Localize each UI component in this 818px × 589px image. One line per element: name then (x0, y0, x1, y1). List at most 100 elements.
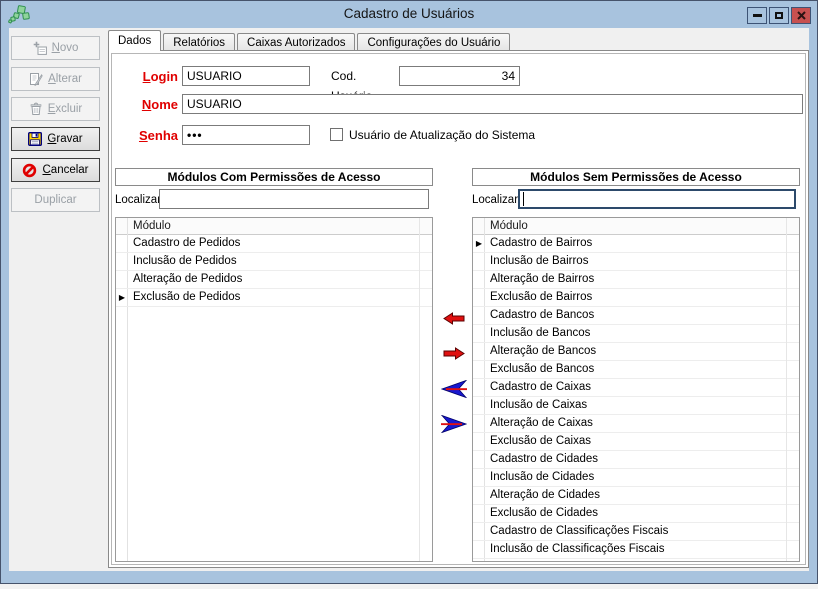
module-row[interactable]: Alteração de Cidades (473, 487, 799, 505)
duplicar-button[interactable]: Duplicar (11, 188, 100, 212)
module-row[interactable]: ▶ Cadastro de Bairros (473, 235, 799, 253)
module-row[interactable]: Inclusão de Bairros (473, 253, 799, 271)
excluir-button[interactable]: Excluir (11, 97, 100, 121)
row-text: Cadastro de Pedidos (133, 237, 241, 249)
module-row[interactable]: Alteração de Bairros (473, 271, 799, 289)
move-all-left-button[interactable] (440, 379, 468, 399)
excluir-button-label: Excluir (47, 103, 83, 115)
row-text: Inclusão de Bairros (490, 255, 589, 267)
localizar-with-access-label: Localizar (115, 194, 162, 206)
tab-caixas-autorizados[interactable]: Caixas Autorizados (237, 33, 356, 51)
row-text: Alteração de Caixas (490, 417, 593, 429)
cod-usuario-input[interactable] (399, 66, 520, 86)
module-row[interactable]: Cadastro de Pedidos (116, 235, 432, 253)
nome-input[interactable] (182, 94, 803, 114)
update-user-checkbox-label: Usuário de Atualização do Sistema (349, 128, 536, 142)
row-text: Alteração de Bancos (490, 345, 597, 357)
window-body: Novo Alterar Excluir Gravar Cancelar Dup… (9, 28, 809, 571)
cancelar-button[interactable]: Cancelar (11, 158, 100, 182)
blue-arrow-left-icon (440, 379, 468, 399)
localizar-without-access-label: Localizar (472, 194, 519, 206)
module-row[interactable]: Exclusão de Cidades (473, 505, 799, 523)
row-text: Inclusão de Classificações Fiscais (490, 543, 665, 555)
localizar-without-access-wrap (518, 189, 796, 209)
window-title: Cadastro de Usuários (343, 6, 475, 21)
tab-relatorios[interactable]: Relatórios (163, 33, 236, 51)
red-arrow-left-icon (443, 312, 465, 325)
save-floppy-icon (28, 132, 43, 146)
new-record-icon (33, 41, 47, 55)
app-window: Cadastro de Usuários Novo Alterar Exclui… (0, 0, 818, 584)
tab-dados[interactable]: Dados (108, 30, 162, 51)
module-row[interactable]: Inclusão de Caixas (473, 397, 799, 415)
module-row[interactable]: ▶ Exclusão de Pedidos (116, 289, 432, 307)
row-indicator: ▶ (475, 239, 483, 248)
update-user-checkbox[interactable] (330, 128, 343, 141)
window-controls (747, 7, 811, 24)
row-indicator: ▶ (118, 293, 126, 302)
row-text: Alteração de Bairros (490, 273, 595, 285)
row-text: Inclusão de Bancos (490, 327, 591, 339)
maximize-icon (775, 12, 783, 19)
row-text: Cadastro de Cidades (490, 453, 599, 465)
module-row[interactable]: Cadastro de Bancos (473, 307, 799, 325)
modules-without-access-rows: ▶ Cadastro de Bairros Inclusão de Bairro… (473, 235, 799, 559)
text-caret (523, 192, 524, 206)
row-text: Alteração de Cidades (490, 489, 600, 501)
login-label: Login (142, 69, 178, 84)
minimize-button[interactable] (747, 7, 767, 24)
localizar-with-access-wrap (159, 189, 429, 209)
modules-without-access-column-header: Módulo (473, 218, 799, 235)
module-row[interactable]: Exclusão de Bairros (473, 289, 799, 307)
module-row[interactable]: Exclusão de Bancos (473, 361, 799, 379)
row-text: Exclusão de Pedidos (133, 291, 241, 303)
tab-configuracoes-usuario[interactable]: Configurações do Usuário (357, 33, 511, 51)
module-row[interactable]: Exclusão de Caixas (473, 433, 799, 451)
gravar-button-label: Gravar (47, 133, 83, 145)
module-row[interactable]: Alteração de Pedidos (116, 271, 432, 289)
module-row[interactable]: Inclusão de Classificações Fiscais (473, 541, 799, 559)
delete-record-icon (30, 102, 42, 115)
row-text: Inclusão de Caixas (490, 399, 588, 411)
modules-with-access-rows: Cadastro de Pedidos Inclusão de Pedidos … (116, 235, 432, 307)
module-row[interactable]: Alteração de Bancos (473, 343, 799, 361)
tab-strip: Dados Relatórios Caixas Autorizados Conf… (108, 30, 512, 51)
module-row[interactable]: Cadastro de Caixas (473, 379, 799, 397)
gravar-button[interactable]: Gravar (11, 127, 100, 151)
row-text: Inclusão de Cidades (490, 471, 595, 483)
novo-button[interactable]: Novo (11, 36, 100, 60)
red-arrow-right-icon (443, 347, 465, 360)
modules-with-access-column-header: Módulo (116, 218, 432, 235)
senha-input[interactable] (182, 125, 310, 145)
row-text: Exclusão de Caixas (490, 435, 591, 447)
alterar-button[interactable]: Alterar (11, 67, 100, 91)
modules-with-access-grid: Módulo Cadastro de Pedidos Inclusão de P… (115, 217, 433, 562)
module-row[interactable]: Alteração de Caixas (473, 415, 799, 433)
module-row[interactable]: Cadastro de Classificações Fiscais (473, 523, 799, 541)
screen: Cadastro de Usuários Novo Alterar Exclui… (0, 0, 818, 589)
row-text: Cadastro de Classificações Fiscais (490, 525, 669, 537)
cancel-icon (23, 163, 37, 177)
row-text: Exclusão de Cidades (490, 507, 599, 519)
row-text: Cadastro de Caixas (490, 381, 591, 393)
modules-without-access-title: Módulos Sem Permissões de Acesso (472, 168, 800, 186)
localizar-with-access-input[interactable] (159, 189, 429, 209)
row-text: Inclusão de Pedidos (133, 255, 237, 267)
move-selected-right-button[interactable] (443, 347, 465, 360)
module-row[interactable]: Inclusão de Cidades (473, 469, 799, 487)
action-sidebar: Novo Alterar Excluir Gravar Cancelar Dup… (9, 28, 103, 571)
move-all-right-button[interactable] (440, 414, 468, 434)
minimize-icon (752, 14, 762, 17)
module-row[interactable]: Inclusão de Bancos (473, 325, 799, 343)
module-row[interactable]: Cadastro de Cidades (473, 451, 799, 469)
maximize-button[interactable] (769, 7, 789, 24)
cancelar-button-label: Cancelar (42, 164, 89, 176)
localizar-without-access-input[interactable] (518, 189, 796, 209)
row-text: Exclusão de Bairros (490, 291, 593, 303)
close-button[interactable] (791, 7, 811, 24)
move-selected-left-button[interactable] (443, 312, 465, 325)
login-input[interactable] (182, 66, 310, 86)
module-row[interactable]: Inclusão de Pedidos (116, 253, 432, 271)
close-icon (796, 11, 806, 20)
row-text: Cadastro de Bairros (490, 237, 593, 249)
